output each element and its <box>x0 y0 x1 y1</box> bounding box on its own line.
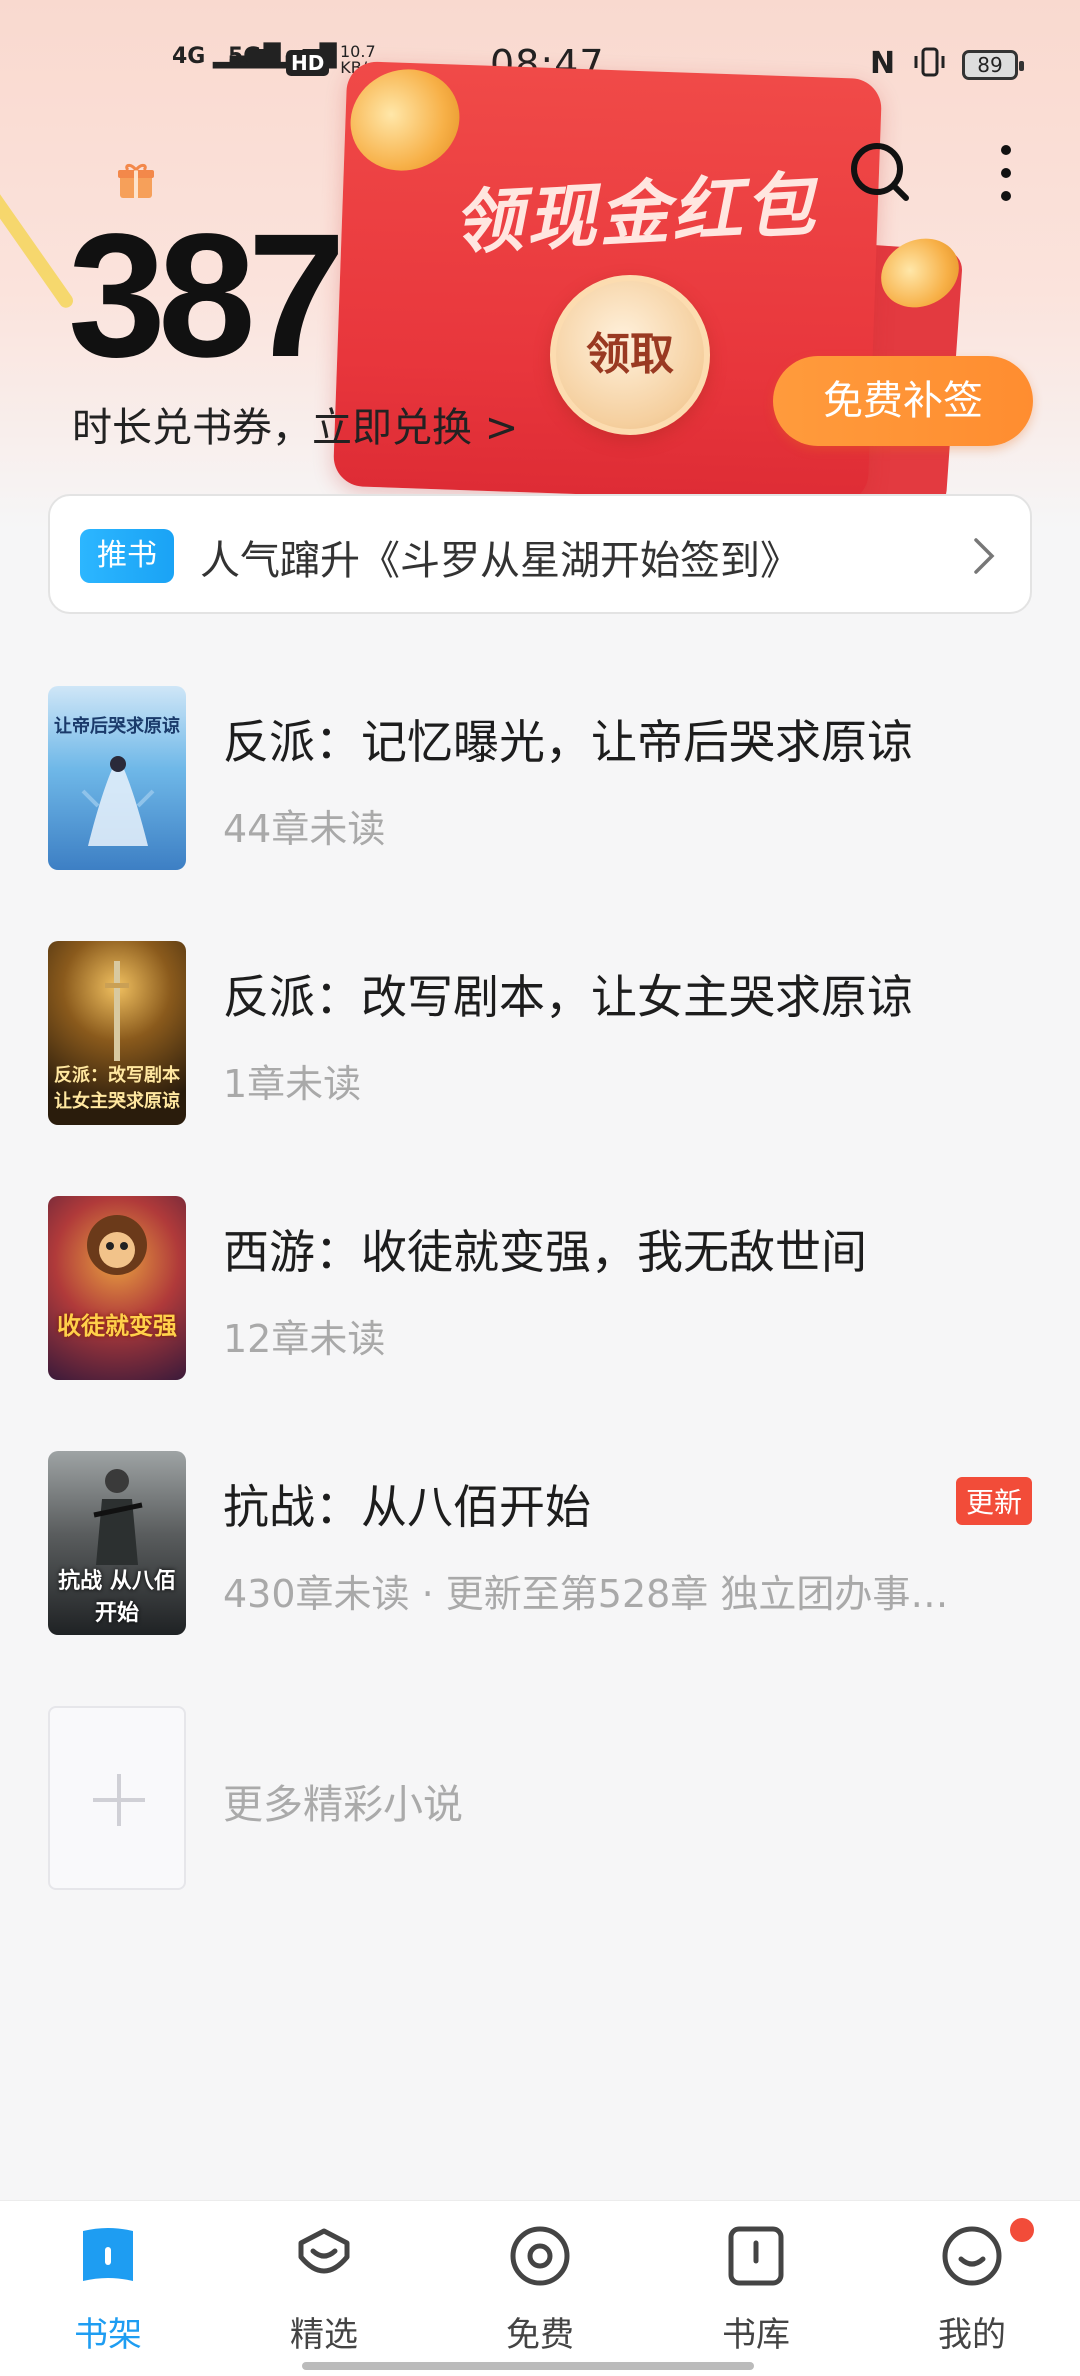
cover-soldier <box>93 1469 143 1565</box>
nav-tab-library[interactable]: 书库 <box>686 2223 826 2373</box>
book-unread-count: 430章未读 · 更新至第528章 独立团办事… <box>223 1572 949 1616</box>
search-icon[interactable] <box>848 140 914 206</box>
free-sign-button[interactable]: 免费补签 <box>773 356 1033 446</box>
nav-tab-bookshelf[interactable]: 书架 <box>38 2223 178 2373</box>
nfc-icon: N <box>870 46 896 81</box>
profile-icon <box>942 2226 1002 2286</box>
notification-dot <box>1010 2218 1034 2242</box>
bottom-nav: 书架 精选 免费 书库 我的 <box>0 2200 1080 2376</box>
hd-badge: HD <box>286 50 330 76</box>
book-cover: 抗战 从八佰开始 <box>48 1451 186 1635</box>
cover-sword <box>105 961 129 1061</box>
reading-score: 387 <box>68 198 346 394</box>
nav-tab-profile[interactable]: 我的 <box>902 2223 1042 2373</box>
book-cover: 让帝后哭求原谅 <box>48 686 186 870</box>
featured-icon <box>298 2228 350 2274</box>
update-badge: 更新 <box>955 1477 1032 1525</box>
free-icon <box>510 2226 570 2286</box>
recommend-text: 人气蹿升《斗罗从星湖开始签到》 <box>200 538 800 584</box>
add-more-novels[interactable]: 更多精彩小说 <box>48 1706 1032 1890</box>
vibrate-icon <box>914 47 945 77</box>
book-title: 抗战：从八佰开始 <box>223 1480 591 1534</box>
book-title: 反派：记忆曝光，让帝后哭求原谅 <box>223 715 913 769</box>
claim-button[interactable]: 领取 <box>550 275 710 435</box>
cover-monkey <box>87 1215 147 1275</box>
book-unread-count: 1章未读 <box>223 1062 362 1106</box>
home-indicator[interactable] <box>302 2362 754 2370</box>
book-title: 西游：收徒就变强，我无敌世间 <box>223 1225 867 1279</box>
nav-tab-free[interactable]: 免费 <box>470 2223 610 2373</box>
more-novels-label: 更多精彩小说 <box>223 1782 463 1828</box>
more-options-icon[interactable] <box>996 140 1016 206</box>
nav-label: 书库 <box>722 2315 790 2355</box>
book-title: 反派：改写剧本，让女主哭求原谅 <box>223 970 913 1024</box>
cover-figure <box>81 756 155 846</box>
book-list-item[interactable]: 抗战 从八佰开始 抗战：从八佰开始 更新 430章未读 · 更新至第528章 独… <box>48 1451 1032 1635</box>
nav-label: 我的 <box>938 2315 1006 2355</box>
recommend-bar[interactable]: 推书 人气蹿升《斗罗从星湖开始签到》 <box>48 494 1032 614</box>
nav-tab-featured[interactable]: 精选 <box>254 2223 394 2373</box>
recommend-badge: 推书 <box>80 529 174 583</box>
book-cover: 收徒就变强 <box>48 1196 186 1380</box>
banner-title: 领现金红包 <box>450 163 820 265</box>
chevron-right-icon <box>974 538 995 574</box>
nav-label: 精选 <box>290 2315 358 2355</box>
redeem-link[interactable]: 时长兑书券，立即兑换 > <box>72 395 518 453</box>
nav-label: 书架 <box>74 2315 142 2355</box>
bookshelf-icon <box>83 2228 133 2281</box>
nav-label: 免费 <box>506 2315 574 2355</box>
battery-indicator: 89 <box>962 50 1024 80</box>
book-unread-count: 44章未读 <box>223 807 386 851</box>
library-icon <box>728 2226 784 2286</box>
book-unread-count: 12章未读 <box>223 1317 386 1361</box>
book-list-item[interactable]: 收徒就变强 西游：收徒就变强，我无敌世间 12章未读 <box>48 1196 1032 1380</box>
book-list-item[interactable]: 让帝后哭求原谅 反派：记忆曝光，让帝后哭求原谅 44章未读 <box>48 686 1032 870</box>
plus-icon <box>93 1774 145 1826</box>
add-book-box[interactable] <box>48 1706 186 1890</box>
book-list-item[interactable]: 反派：改写剧本 让女主哭求原谅 反派：改写剧本，让女主哭求原谅 1章未读 <box>48 941 1032 1125</box>
book-cover: 反派：改写剧本 让女主哭求原谅 <box>48 941 186 1125</box>
gift-icon <box>118 163 154 198</box>
